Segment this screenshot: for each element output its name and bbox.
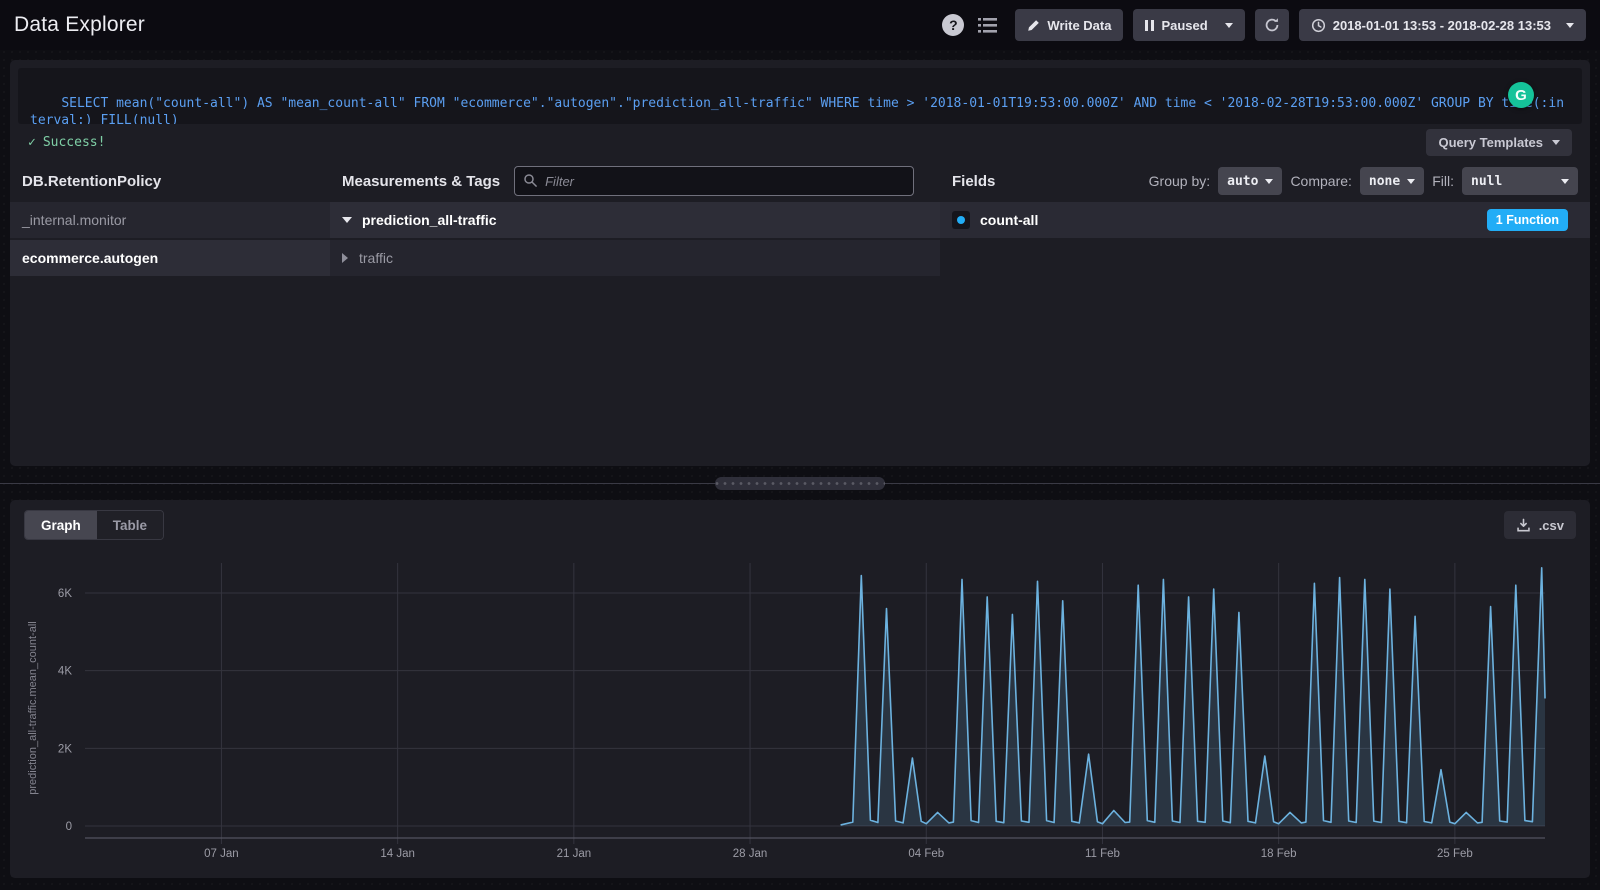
group-by-dropdown[interactable]: auto — [1218, 167, 1282, 195]
time-range-label: 2018-01-01 13:53 - 2018-02-28 13:53 — [1333, 18, 1551, 33]
chevron-down-icon — [1225, 23, 1233, 28]
measurement-name: traffic — [359, 250, 393, 266]
field-checkbox[interactable] — [952, 211, 970, 229]
results-header: Graph Table .csv — [24, 510, 1576, 540]
log-viewer-button[interactable] — [978, 17, 997, 34]
measurement-item-traffic[interactable]: traffic — [330, 240, 940, 276]
top-nav-bar: Data Explorer ? Write Data Paused — [0, 0, 1600, 50]
fill-label: Fill: — [1432, 173, 1454, 189]
measurement-item-prediction-all-traffic[interactable]: prediction_all-traffic — [330, 202, 940, 238]
pause-icon — [1145, 20, 1154, 31]
filter-input[interactable] — [514, 166, 914, 196]
database-column: DB.RetentionPolicy _internal.monitor eco… — [10, 160, 330, 466]
question-mark-icon: ? — [942, 14, 964, 36]
autorefresh-dropdown[interactable]: Paused — [1133, 9, 1244, 41]
db-column-header: DB.RetentionPolicy — [22, 173, 161, 190]
query-status-bar: ✓ Success! Query Templates — [10, 124, 1590, 160]
function-count-badge[interactable]: 1 Function — [1487, 209, 1568, 231]
query-controls: Group by: auto Compare: none Fill: null — [1149, 167, 1578, 195]
panel-resize-handle[interactable] — [715, 477, 885, 490]
chart-x-tick-label: 14 Jan — [380, 848, 415, 860]
field-name: count-all — [980, 212, 1038, 228]
fill-value: null — [1471, 174, 1502, 189]
refresh-icon — [1264, 17, 1280, 33]
refresh-button[interactable] — [1255, 9, 1289, 41]
chevron-down-icon — [1407, 179, 1415, 184]
query-editor[interactable]: SELECT mean("count-all") AS "mean_count-… — [18, 68, 1582, 124]
paused-label: Paused — [1161, 18, 1207, 33]
chart-x-tick-label: 07 Jan — [204, 848, 239, 860]
measurements-column-header: Measurements & Tags — [342, 173, 500, 190]
measurement-name: prediction_all-traffic — [362, 212, 497, 228]
chevron-down-icon — [1561, 179, 1569, 184]
topbar-actions: ? Write Data Paused — [942, 9, 1586, 41]
chevron-down-icon — [1566, 23, 1574, 28]
query-status-text: Success! — [43, 135, 106, 150]
database-item-ecommerce-autogen[interactable]: ecommerce.autogen — [10, 240, 330, 276]
write-data-button[interactable]: Write Data — [1015, 9, 1123, 41]
chevron-down-icon — [342, 217, 352, 223]
selected-dot-icon — [957, 216, 965, 224]
chevron-down-icon — [1265, 179, 1273, 184]
fields-column: Fields Group by: auto Compare: none Fill… — [940, 160, 1590, 466]
query-builder-panel: SELECT mean("count-all") AS "mean_count-… — [10, 60, 1590, 466]
chevron-down-icon — [1552, 140, 1560, 145]
database-name: ecommerce.autogen — [22, 250, 158, 266]
chart-x-tick-label: 18 Feb — [1261, 848, 1297, 860]
download-csv-button[interactable]: .csv — [1504, 511, 1576, 539]
compare-dropdown[interactable]: none — [1360, 167, 1424, 195]
chart-x-tick-label: 21 Jan — [557, 848, 592, 860]
chart-x-tick-label: 25 Feb — [1437, 848, 1473, 860]
download-icon — [1516, 518, 1531, 533]
schema-explorer: DB.RetentionPolicy _internal.monitor eco… — [10, 160, 1590, 466]
tab-graph[interactable]: Graph — [25, 511, 97, 539]
chart-y-axis-label: prediction_all-traffic.mean_count-all — [27, 621, 39, 794]
field-item-count-all[interactable]: count-all 1 Function — [940, 202, 1590, 238]
grammarly-icon[interactable]: G — [1508, 82, 1534, 108]
traffic-line-chart[interactable]: 0 2K 4K 6K 07 Jan 14 Jan 21 Jan 28 Jan 04 Feb 11 … — [10, 552, 1590, 872]
chart-x-tick-label: 11 Feb — [1085, 848, 1120, 860]
checkmark-icon: ✓ — [28, 135, 36, 150]
write-data-label: Write Data — [1047, 18, 1111, 33]
page-title: Data Explorer — [14, 13, 145, 37]
chart-x-tick-label: 04 Feb — [908, 848, 944, 860]
chart-y-tick-label: 4K — [58, 666, 72, 678]
group-by-value: auto — [1227, 174, 1258, 189]
fields-column-header: Fields — [952, 173, 995, 190]
chart-y-tick-label: 0 — [66, 821, 72, 833]
group-by-label: Group by: — [1149, 173, 1210, 189]
database-name: _internal.monitor — [22, 212, 126, 228]
csv-label: .csv — [1539, 518, 1564, 533]
compare-label: Compare: — [1290, 173, 1351, 189]
query-templates-dropdown[interactable]: Query Templates — [1426, 129, 1572, 156]
results-panel: Graph Table .csv 0 2K 4K 6K 07 Jan 14 Jan 21 J… — [10, 500, 1590, 878]
log-list-icon — [978, 17, 997, 34]
compare-value: none — [1369, 174, 1400, 189]
view-tabs: Graph Table — [24, 510, 164, 540]
chart-y-tick-label: 6K — [58, 588, 72, 600]
fill-dropdown[interactable]: null — [1462, 167, 1578, 195]
chevron-right-icon — [342, 253, 348, 263]
query-text: SELECT mean("count-all") AS "mean_count-… — [30, 96, 1564, 125]
chart-y-tick-label: 2K — [58, 743, 72, 755]
measurement-filter — [514, 166, 914, 196]
search-icon — [523, 173, 538, 188]
tab-table[interactable]: Table — [97, 511, 163, 539]
query-status: ✓ Success! — [28, 135, 105, 150]
chart-x-tick-label: 28 Jan — [733, 848, 768, 860]
pencil-icon — [1027, 19, 1040, 32]
help-button[interactable]: ? — [942, 14, 964, 36]
clock-icon — [1311, 18, 1326, 33]
database-item-internal-monitor[interactable]: _internal.monitor — [10, 202, 330, 238]
time-range-dropdown[interactable]: 2018-01-01 13:53 - 2018-02-28 13:53 — [1299, 9, 1586, 41]
chart-area: 0 2K 4K 6K 07 Jan 14 Jan 21 Jan 28 Jan 04 Feb 11 … — [10, 552, 1590, 872]
measurements-column: Measurements & Tags prediction_all-traff… — [330, 160, 940, 466]
query-templates-label: Query Templates — [1438, 135, 1543, 150]
